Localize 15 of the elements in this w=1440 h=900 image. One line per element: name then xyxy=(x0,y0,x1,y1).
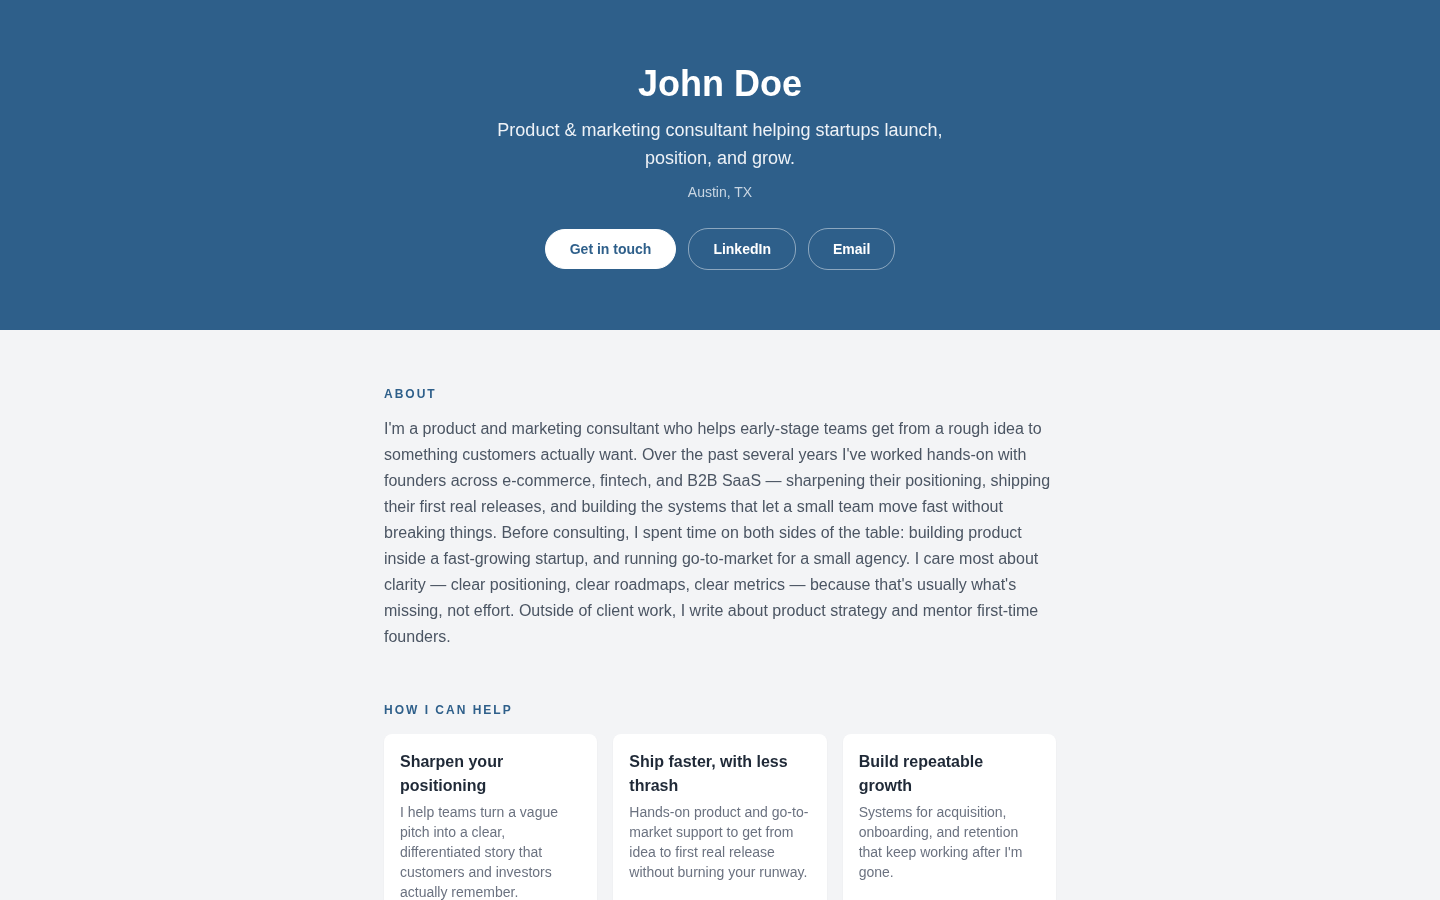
card-title: Sharpen your positioning xyxy=(400,752,505,796)
about-paragraph: I'm a product and marketing consultant who helps early-stage teams get from a rough idea to something customers actually want. Over the past several years I've worked hands-on with founders across e-commerce, fintech, and B2B SaaS — sharpening their positioning, shipping their first real releases, and building the systems that let a small team move fast without breaking things. Before consulting, I spent time on both sides of the table: building product inside a fast-growing startup, and running go-to-market for a small agency. I care most about clarity — clear positioning, clear roadmaps, clear metrics — because that's usually what's missing, not effort. Outside of client work, I write about product strategy and mentor first-time founders. xyxy=(384,419,1052,647)
card-title: Build repeatable growth xyxy=(858,752,985,796)
link-button[interactable]: Email xyxy=(807,228,896,270)
card-description: I help teams turn a vague pitch into a clear, differentiated story that customers and investors actually remember. xyxy=(400,803,559,900)
link-button[interactable]: LinkedIn xyxy=(688,228,796,270)
card-description: Systems for acquisition, onboarding, and retention that keep working after I'm gone. xyxy=(858,803,1024,882)
location-text: Austin, TX xyxy=(686,183,754,202)
section-heading: ABOUT xyxy=(384,386,438,402)
section-heading: HOW I CAN HELP xyxy=(384,702,514,718)
person-name: John Doe xyxy=(637,62,803,106)
card-description: Hands-on product and go-to-market support to get from idea to first real release without burning your runway. xyxy=(629,803,810,882)
tagline: Product & marketing consultant helping startups launch, position, and grow. xyxy=(496,119,944,170)
contact-button[interactable]: Get in touch xyxy=(544,229,677,269)
card-title: Ship faster, with less thrash xyxy=(629,752,789,796)
